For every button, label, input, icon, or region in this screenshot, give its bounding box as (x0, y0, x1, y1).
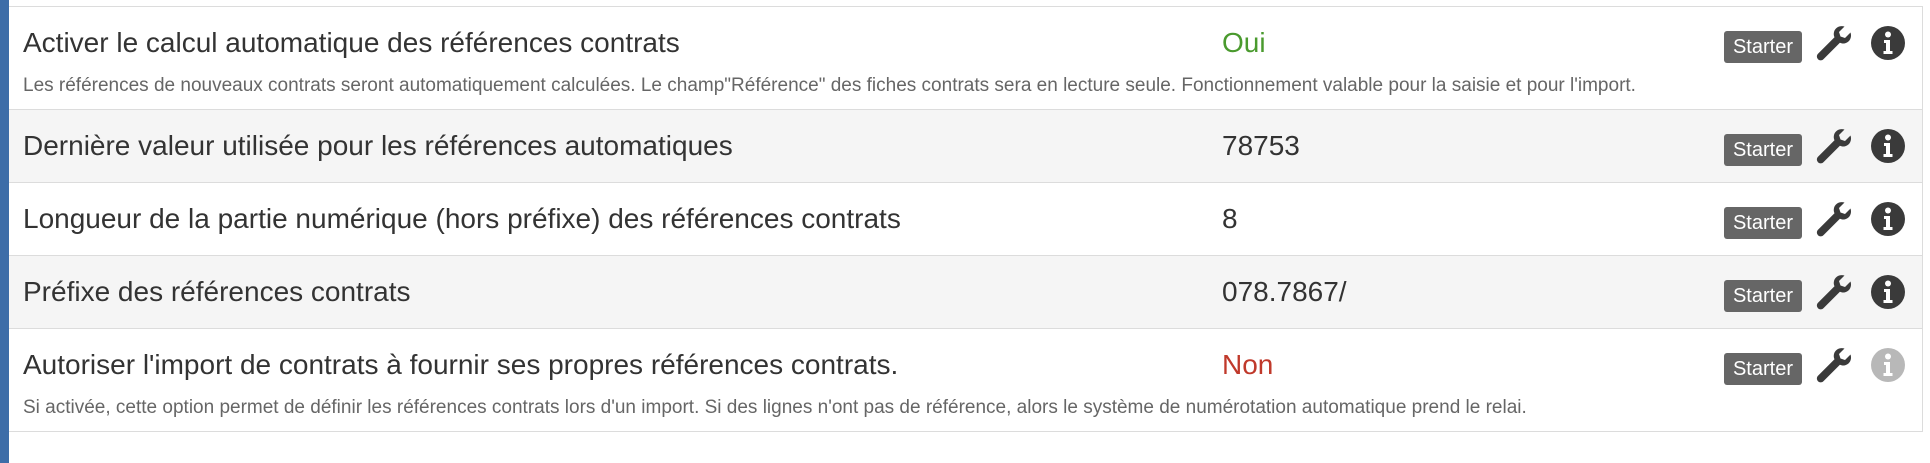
setting-row-import-own-references: Autoriser l'import de contrats à fournir… (9, 329, 1922, 432)
setting-value[interactable]: 078.7867/ (1222, 256, 1347, 328)
setting-row-auto-reference: Activer le calcul automatique des référe… (9, 7, 1922, 110)
setting-value[interactable]: 8 (1222, 183, 1238, 255)
wrench-icon[interactable] (1812, 21, 1856, 65)
info-icon[interactable] (1866, 197, 1910, 241)
info-icon[interactable] (1866, 270, 1910, 314)
wrench-icon[interactable] (1812, 124, 1856, 168)
settings-table: Activer le calcul automatique des référe… (9, 6, 1923, 432)
wrench-icon[interactable] (1812, 197, 1856, 241)
setting-row-numeric-length: Longueur de la partie numérique (hors pr… (9, 183, 1922, 256)
accent-bar (0, 0, 9, 463)
row-actions: Starter (1723, 183, 1910, 255)
wrench-icon[interactable] (1812, 270, 1856, 314)
info-icon[interactable] (1866, 21, 1910, 65)
info-icon[interactable] (1866, 124, 1910, 168)
row-actions: Starter (1723, 110, 1910, 182)
setting-label: Longueur de la partie numérique (hors pr… (23, 203, 901, 234)
setting-label: Dernière valeur utilisée pour les référe… (23, 130, 733, 161)
setting-row-prefix: Préfixe des références contrats 078.7867… (9, 256, 1922, 329)
setting-label: Préfixe des références contrats (23, 276, 411, 307)
starter-badge[interactable]: Starter (1723, 353, 1802, 385)
setting-row-last-value: Dernière valeur utilisée pour les référe… (9, 110, 1922, 183)
setting-value[interactable]: Oui (1222, 7, 1266, 79)
starter-badge[interactable]: Starter (1723, 280, 1802, 312)
setting-value[interactable]: Non (1222, 329, 1273, 401)
setting-label: Autoriser l'import de contrats à fournir… (23, 349, 899, 380)
row-actions: Starter (1723, 256, 1910, 328)
starter-badge[interactable]: Starter (1723, 134, 1802, 166)
setting-label: Activer le calcul automatique des référe… (23, 27, 680, 58)
wrench-icon[interactable] (1812, 343, 1856, 387)
info-icon[interactable] (1866, 343, 1910, 387)
settings-panel: Activer le calcul automatique des référe… (0, 0, 1930, 463)
row-actions: Starter (1723, 7, 1910, 79)
row-actions: Starter (1723, 329, 1910, 401)
starter-badge[interactable]: Starter (1723, 207, 1802, 239)
starter-badge[interactable]: Starter (1723, 31, 1802, 63)
setting-value[interactable]: 78753 (1222, 110, 1300, 182)
